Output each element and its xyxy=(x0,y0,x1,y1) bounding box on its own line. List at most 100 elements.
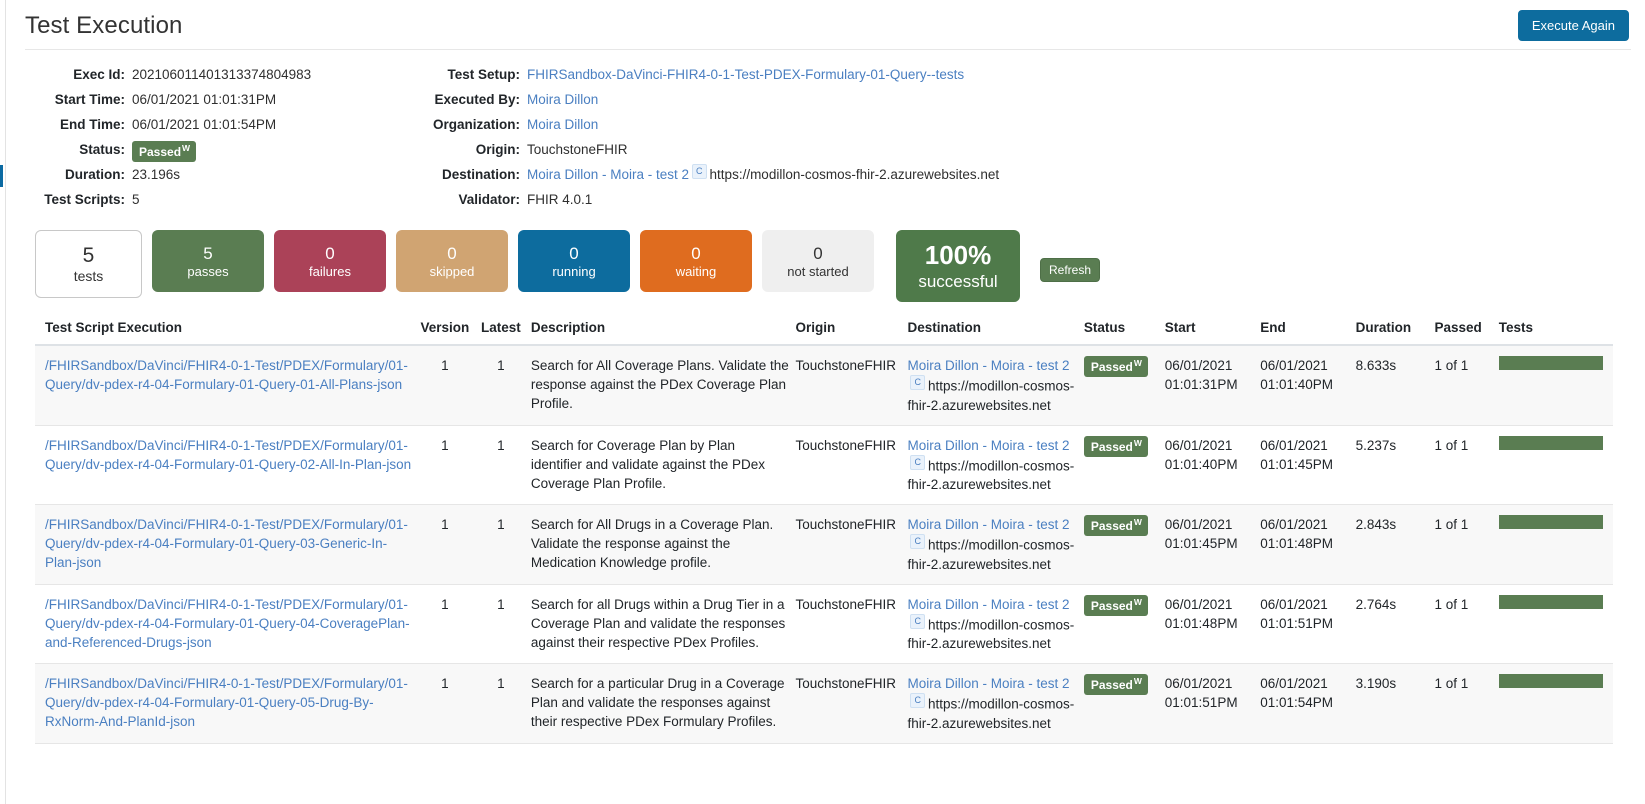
cell-tests-bar xyxy=(1498,504,1613,585)
detail-label: Start Time: xyxy=(54,92,125,107)
column-header-destination[interactable]: Destination xyxy=(907,320,1084,346)
stat-card-skipped[interactable]: 0 skipped xyxy=(396,230,508,292)
cell-destination: Moira Dillon - Moira - test 2 Chttps://m… xyxy=(907,425,1084,505)
status-badge: PassedW xyxy=(1083,435,1148,457)
detail-link[interactable]: Moira Dillon xyxy=(527,92,598,107)
end-date: 06/01/2021 xyxy=(1260,358,1328,373)
detail-row: Exec Id: 202106011401313374804983 xyxy=(7,62,427,87)
detail-label: Exec Id: xyxy=(73,67,125,82)
stat-value: 5 xyxy=(203,243,213,263)
stat-card-waiting[interactable]: 0 waiting xyxy=(640,230,752,292)
tests-progress-bar xyxy=(1498,674,1603,688)
destination-link[interactable]: Moira Dillon - Moira - test 2 xyxy=(907,676,1069,691)
status-badge: PassedW xyxy=(132,141,197,162)
detail-value: Moira Dillon xyxy=(527,112,598,137)
cell-description: Search for All Drugs in a Coverage Plan.… xyxy=(530,504,796,585)
cell-version: 1 xyxy=(418,663,477,744)
client-badge-icon: C xyxy=(910,375,925,390)
cell-tests-bar xyxy=(1498,663,1613,744)
detail-row: Test Scripts: 5 xyxy=(7,187,427,212)
cell-origin: TouchstoneFHIR xyxy=(795,425,908,505)
stat-card-passes[interactable]: 5 passes xyxy=(152,230,264,292)
left-accent-marker xyxy=(0,165,3,187)
column-header-tests[interactable]: Tests xyxy=(1498,320,1613,346)
test-script-link[interactable]: /FHIRSandbox/DaVinci/FHIR4-0-1-Test/PDEX… xyxy=(45,358,408,392)
test-script-link[interactable]: /FHIRSandbox/DaVinci/FHIR4-0-1-Test/PDEX… xyxy=(45,597,410,650)
column-header-description[interactable]: Description xyxy=(530,320,796,346)
cell-origin: TouchstoneFHIR xyxy=(795,584,908,664)
start-date: 06/01/2021 xyxy=(1164,437,1233,453)
client-badge-icon: C xyxy=(910,613,925,629)
cell-end: 06/01/2021 01:01:54PM xyxy=(1260,663,1356,744)
stat-card-tests[interactable]: 5 tests xyxy=(35,230,142,298)
cell-test-script: /FHIRSandbox/DaVinci/FHIR4-0-1-Test/PDEX… xyxy=(35,584,419,664)
end-time: 01:01:51PM xyxy=(1260,615,1334,631)
success-percentage-label: successful xyxy=(918,272,998,291)
column-header-duration[interactable]: Duration xyxy=(1355,320,1435,346)
cell-end: 06/01/2021 01:01:51PM xyxy=(1260,584,1356,664)
refresh-button[interactable]: Refresh xyxy=(1040,258,1101,282)
stat-card-running[interactable]: 0 running xyxy=(518,230,630,292)
end-date: 06/01/2021 xyxy=(1260,517,1328,532)
left-gutter xyxy=(0,0,6,804)
start-date: 06/01/2021 xyxy=(1164,517,1233,532)
details-right-column: Test Setup: FHIRSandbox-DaVinci-FHIR4-0-1… xyxy=(427,62,1645,212)
cell-test-script: /FHIRSandbox/DaVinci/FHIR4-0-1-Test/PDEX… xyxy=(35,425,419,505)
cell-status: PassedW xyxy=(1083,425,1165,505)
destination-link[interactable]: Moira Dillon - Moira - test 2 xyxy=(907,517,1069,532)
cell-tests-bar xyxy=(1498,425,1613,505)
cell-destination: Moira Dillon - Moira - test 2 Chttps://m… xyxy=(907,504,1084,585)
column-header-status[interactable]: Status xyxy=(1083,320,1165,346)
detail-link[interactable]: Moira Dillon xyxy=(527,117,598,132)
page-root: Test Execution Execute Again Exec Id: 202… xyxy=(0,0,1645,804)
cell-latest: 1 xyxy=(476,504,531,585)
destination-link[interactable]: Moira Dillon - Moira - test 2 xyxy=(907,438,1069,453)
destination-link[interactable]: Moira Dillon - Moira - test 2 xyxy=(907,358,1069,373)
column-header-test-script-execution[interactable]: Test Script Execution xyxy=(35,320,419,346)
detail-label: Test Setup: xyxy=(447,67,520,82)
test-script-link[interactable]: /FHIRSandbox/DaVinci/FHIR4-0-1-Test/PDEX… xyxy=(45,517,408,570)
cell-description: Search for Coverage Plan by Plan identif… xyxy=(530,425,796,505)
destination-link[interactable]: Moira Dillon - Moira - test 2 xyxy=(527,167,689,182)
end-date: 06/01/2021 xyxy=(1260,596,1328,612)
cell-destination: Moira Dillon - Moira - test 2 Chttps://m… xyxy=(907,345,1084,426)
column-header-start[interactable]: Start xyxy=(1164,320,1261,346)
client-badge-icon: C xyxy=(910,534,925,549)
stat-card-not-started[interactable]: 0 not started xyxy=(762,230,874,292)
page-content: Test Execution Execute Again Exec Id: 202… xyxy=(7,0,1645,804)
cell-start: 06/01/2021 01:01:45PM xyxy=(1164,504,1261,585)
cell-origin: TouchstoneFHIR xyxy=(795,345,908,426)
column-header-end[interactable]: End xyxy=(1260,320,1356,346)
cell-end: 06/01/2021 01:01:48PM xyxy=(1260,504,1356,585)
detail-row: Start Time: 06/01/2021 01:01:31PM xyxy=(7,87,427,112)
execute-again-button[interactable]: Execute Again xyxy=(1517,10,1629,41)
start-time: 01:01:51PM xyxy=(1164,695,1238,710)
cell-end: 06/01/2021 01:01:40PM xyxy=(1260,345,1356,426)
test-script-link[interactable]: /FHIRSandbox/DaVinci/FHIR4-0-1-Test/PDEX… xyxy=(45,676,408,729)
column-header-origin[interactable]: Origin xyxy=(795,320,908,346)
column-header-latest[interactable]: Latest xyxy=(476,320,531,346)
cell-status: PassedW xyxy=(1083,584,1165,664)
cell-duration: 5.237s xyxy=(1355,425,1435,505)
cell-version: 1 xyxy=(418,584,477,664)
destination-link[interactable]: Moira Dillon - Moira - test 2 xyxy=(907,597,1069,612)
detail-value: 202106011401313374804983 xyxy=(132,67,312,82)
stat-card-failures[interactable]: 0 failures xyxy=(274,230,386,292)
column-header-version[interactable]: Version xyxy=(418,320,477,346)
table-row: /FHIRSandbox/DaVinci/FHIR4-0-1-Test/PDEX… xyxy=(35,425,1613,505)
destination-url: https://modillon-cosmos-fhir-2.azurewebs… xyxy=(907,537,1075,572)
destination-url: https://modillon-cosmos-fhir-2.azurewebs… xyxy=(709,167,1000,182)
column-header-passed[interactable]: Passed xyxy=(1434,320,1499,346)
cell-start: 06/01/2021 01:01:51PM xyxy=(1164,663,1261,744)
detail-link[interactable]: FHIRSandbox-DaVinci-FHIR4-0-1-Test-PDEX-… xyxy=(527,67,964,82)
cell-status: PassedW xyxy=(1083,504,1165,585)
success-percentage-card: 100% successful xyxy=(896,230,1020,302)
status-badge: PassedW xyxy=(1083,674,1148,695)
test-script-link[interactable]: /FHIRSandbox/DaVinci/FHIR4-0-1-Test/PDEX… xyxy=(45,438,411,472)
cell-destination: Moira Dillon - Moira - test 2 Chttps://m… xyxy=(907,663,1084,744)
client-badge-icon: C xyxy=(910,454,925,470)
stat-value: 0 xyxy=(691,243,701,263)
table-row: /FHIRSandbox/DaVinci/FHIR4-0-1-Test/PDEX… xyxy=(35,663,1613,744)
start-date: 06/01/2021 xyxy=(1164,358,1233,373)
detail-label: Status: xyxy=(79,142,125,157)
